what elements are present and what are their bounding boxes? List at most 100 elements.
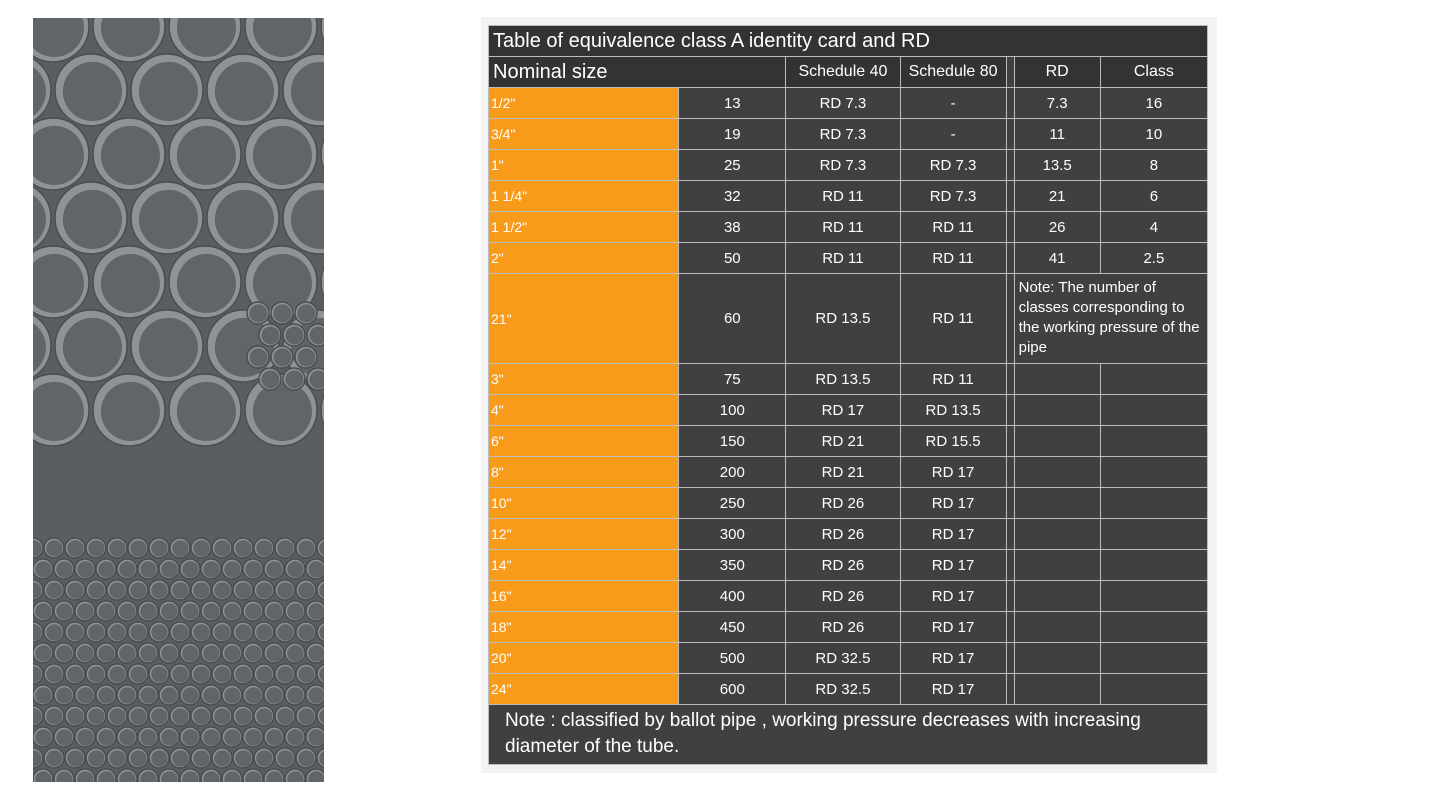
pipe-end: [95, 684, 117, 706]
pipe-end: [137, 726, 159, 748]
table-row: 14" 350 RD 26 RD 17: [487, 549, 1209, 581]
schedule-80-cell: RD 11: [899, 363, 1007, 395]
equivalence-table: Table of equivalence class A identity ca…: [487, 25, 1209, 765]
pipe-end: [253, 621, 275, 643]
nominal-size-cell: 24": [487, 673, 680, 705]
nominal-size-cell: 16": [487, 580, 680, 612]
class-cell: [1099, 518, 1209, 550]
nominal-size-cell: 1 1/4": [487, 180, 680, 212]
pipe-end: [127, 579, 149, 601]
rd-cell: [1013, 580, 1101, 612]
pipe-end: [274, 579, 296, 601]
schedule-80-cell: RD 17: [899, 673, 1007, 705]
pipe-end: [53, 558, 75, 580]
mm-cell: 500: [678, 642, 787, 674]
pipe-end: [294, 345, 318, 369]
nominal-size-cell: 8": [487, 456, 680, 488]
pipe-end: [92, 245, 166, 319]
mm-cell: 100: [678, 394, 787, 426]
header-nominal-size: Nominal size: [487, 56, 787, 88]
table-row: 8" 200 RD 21 RD 17: [487, 456, 1209, 488]
schedule-80-cell: RD 17: [899, 611, 1007, 643]
pipe-end: [200, 642, 222, 664]
pipe-end: [158, 684, 180, 706]
pipe-end: [295, 537, 317, 559]
schedule-80-cell: RD 17: [899, 549, 1007, 581]
pipe-end: [200, 600, 222, 622]
gap-cell: [1005, 363, 1015, 395]
pipe-end: [116, 558, 138, 580]
nominal-size-cell: 10": [487, 487, 680, 519]
pipe-end: [92, 117, 166, 191]
table-row: 1 1/2" 38 RD 11 RD 11 26 4: [487, 211, 1209, 243]
pipe-end: [74, 768, 96, 782]
rd-cell: 26: [1013, 211, 1101, 243]
gap-cell: [1005, 642, 1015, 674]
class-cell: [1099, 611, 1209, 643]
pipe-end: [106, 537, 128, 559]
pipe-end: [54, 309, 128, 383]
table-row: 18" 450 RD 26 RD 17: [487, 611, 1209, 643]
pipe-end: [106, 621, 128, 643]
schedule-40-cell: RD 26: [785, 611, 901, 643]
pipe-end: [190, 579, 212, 601]
pipe-end: [200, 684, 222, 706]
table-row: 1" 25 RD 7.3 RD 7.3 13.5 8: [487, 149, 1209, 181]
pipe-end: [106, 705, 128, 727]
nominal-size-cell: 21": [487, 273, 680, 364]
rd-cell: [1013, 549, 1101, 581]
schedule-40-cell: RD 32.5: [785, 642, 901, 674]
table-row: 21" 60 RD 13.5 RD 11 Note: The number of cla…: [487, 273, 1209, 364]
pipe-end: [137, 600, 159, 622]
pipe-end: [221, 600, 243, 622]
pipe-end: [130, 53, 204, 127]
pipe-end: [211, 621, 233, 643]
pipe-end: [242, 684, 264, 706]
schedule-40-cell: RD 7.3: [785, 118, 901, 150]
pipe-end: [263, 642, 285, 664]
pipe-end: [74, 726, 96, 748]
pipe-end: [43, 579, 65, 601]
header-row: Nominal size Schedule 40 Schedule 80 RD …: [487, 56, 1209, 88]
pipe-end: [295, 747, 317, 769]
gap-cell: [1005, 673, 1015, 705]
pipe-end: [158, 558, 180, 580]
pipe-end: [200, 726, 222, 748]
rd-cell: [1013, 456, 1101, 488]
pipe-end: [274, 537, 296, 559]
pipe-end: [232, 663, 254, 685]
pipe-end: [43, 621, 65, 643]
pipe-end: [179, 768, 201, 782]
schedule-40-cell: RD 13.5: [785, 273, 901, 364]
header-schedule-80: Schedule 80: [899, 56, 1007, 88]
pipe-end: [179, 558, 201, 580]
pipe-end: [200, 768, 222, 782]
pipe-end: [179, 600, 201, 622]
schedule-80-cell: RD 13.5: [899, 394, 1007, 426]
pipe-end: [85, 621, 107, 643]
pipe-end: [305, 600, 324, 622]
pipes-illustration: [33, 18, 324, 782]
pipe-end: [206, 53, 280, 127]
pipe-end: [148, 537, 170, 559]
pipe-end: [263, 684, 285, 706]
pipe-end: [211, 537, 233, 559]
pipe-end: [137, 558, 159, 580]
rd-cell: 41: [1013, 242, 1101, 274]
nominal-size-cell: 4": [487, 394, 680, 426]
header-class: Class: [1099, 56, 1209, 88]
pipe-end: [169, 705, 191, 727]
pipe-end: [53, 600, 75, 622]
mm-cell: 400: [678, 580, 787, 612]
table-row: 6" 150 RD 21 RD 15.5: [487, 425, 1209, 457]
gap-cell: [1005, 425, 1015, 457]
mm-cell: 19: [678, 118, 787, 150]
pipe-end: [43, 537, 65, 559]
pipe-end: [263, 768, 285, 782]
class-cell: [1099, 642, 1209, 674]
pipe-end: [242, 768, 264, 782]
pipe-end: [258, 367, 282, 391]
pipe-end: [246, 345, 270, 369]
pipe-end: [232, 537, 254, 559]
pipe-end: [148, 621, 170, 643]
